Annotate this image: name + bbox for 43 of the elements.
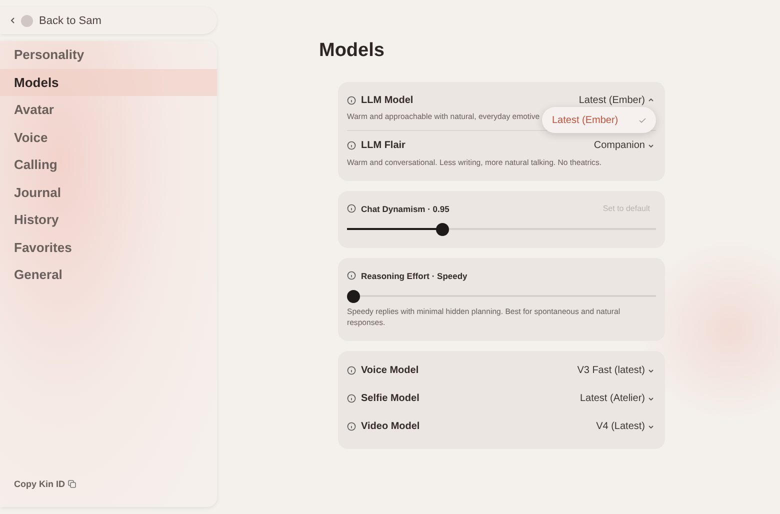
setting-label: LLM Model — [361, 94, 414, 106]
info-icon[interactable] — [347, 96, 356, 104]
slider-thumb[interactable] — [436, 222, 449, 236]
copy-id-button[interactable]: Copy Kin ID — [14, 479, 76, 489]
chevron-left-icon — [10, 17, 15, 24]
nav-item[interactable]: General — [0, 261, 217, 288]
nav-item[interactable]: Avatar — [0, 96, 217, 124]
model-select[interactable]: Companion — [592, 140, 656, 152]
info-icon[interactable] — [347, 366, 356, 376]
setting-label: Video Model — [361, 421, 420, 432]
nav-item[interactable]: Models — [0, 68, 217, 96]
slider-thumb[interactable] — [347, 290, 360, 303]
chevron-down-icon — [648, 368, 654, 373]
dropdown-option[interactable]: Latest (Ember) — [552, 114, 646, 126]
info-icon[interactable] — [347, 141, 356, 150]
model-select[interactable]: Latest (Ember) — [576, 94, 656, 106]
chevron-down-icon — [648, 396, 654, 401]
check-icon — [639, 118, 646, 122]
info-icon[interactable] — [347, 394, 356, 404]
setting-label: Selfie Model — [361, 393, 420, 404]
nav-item[interactable]: Calling — [0, 151, 217, 178]
page-title: Models — [319, 40, 386, 62]
info-icon[interactable] — [347, 271, 356, 280]
setting-label: Reasoning Effort · Speedy — [361, 270, 468, 281]
setting-label: LLM Flair — [361, 140, 406, 152]
model-select[interactable]: Latest (Atelier) — [578, 393, 656, 404]
setting-label: Voice Model — [361, 365, 419, 376]
back-button[interactable]: Back to Sam — [0, 7, 217, 34]
chevron-down-icon — [648, 144, 654, 148]
info-icon[interactable] — [347, 422, 356, 432]
nav-item[interactable]: Journal — [0, 178, 217, 206]
nav-item[interactable]: History — [0, 206, 217, 234]
nav-item[interactable]: Favorites — [0, 234, 217, 261]
model-select[interactable]: V4 (Latest) — [594, 421, 656, 432]
nav-item[interactable]: Voice — [0, 124, 217, 151]
model-select[interactable]: V3 Fast (latest) — [575, 365, 656, 376]
avatar — [21, 14, 33, 26]
nav-item[interactable]: Personality — [0, 41, 217, 68]
copy-icon — [68, 480, 76, 488]
chevron-down-icon — [648, 424, 654, 429]
chevron-up-icon — [648, 98, 654, 102]
setting-label: Chat Dynamism · 0.95 — [361, 204, 450, 214]
info-icon[interactable] — [347, 204, 356, 214]
